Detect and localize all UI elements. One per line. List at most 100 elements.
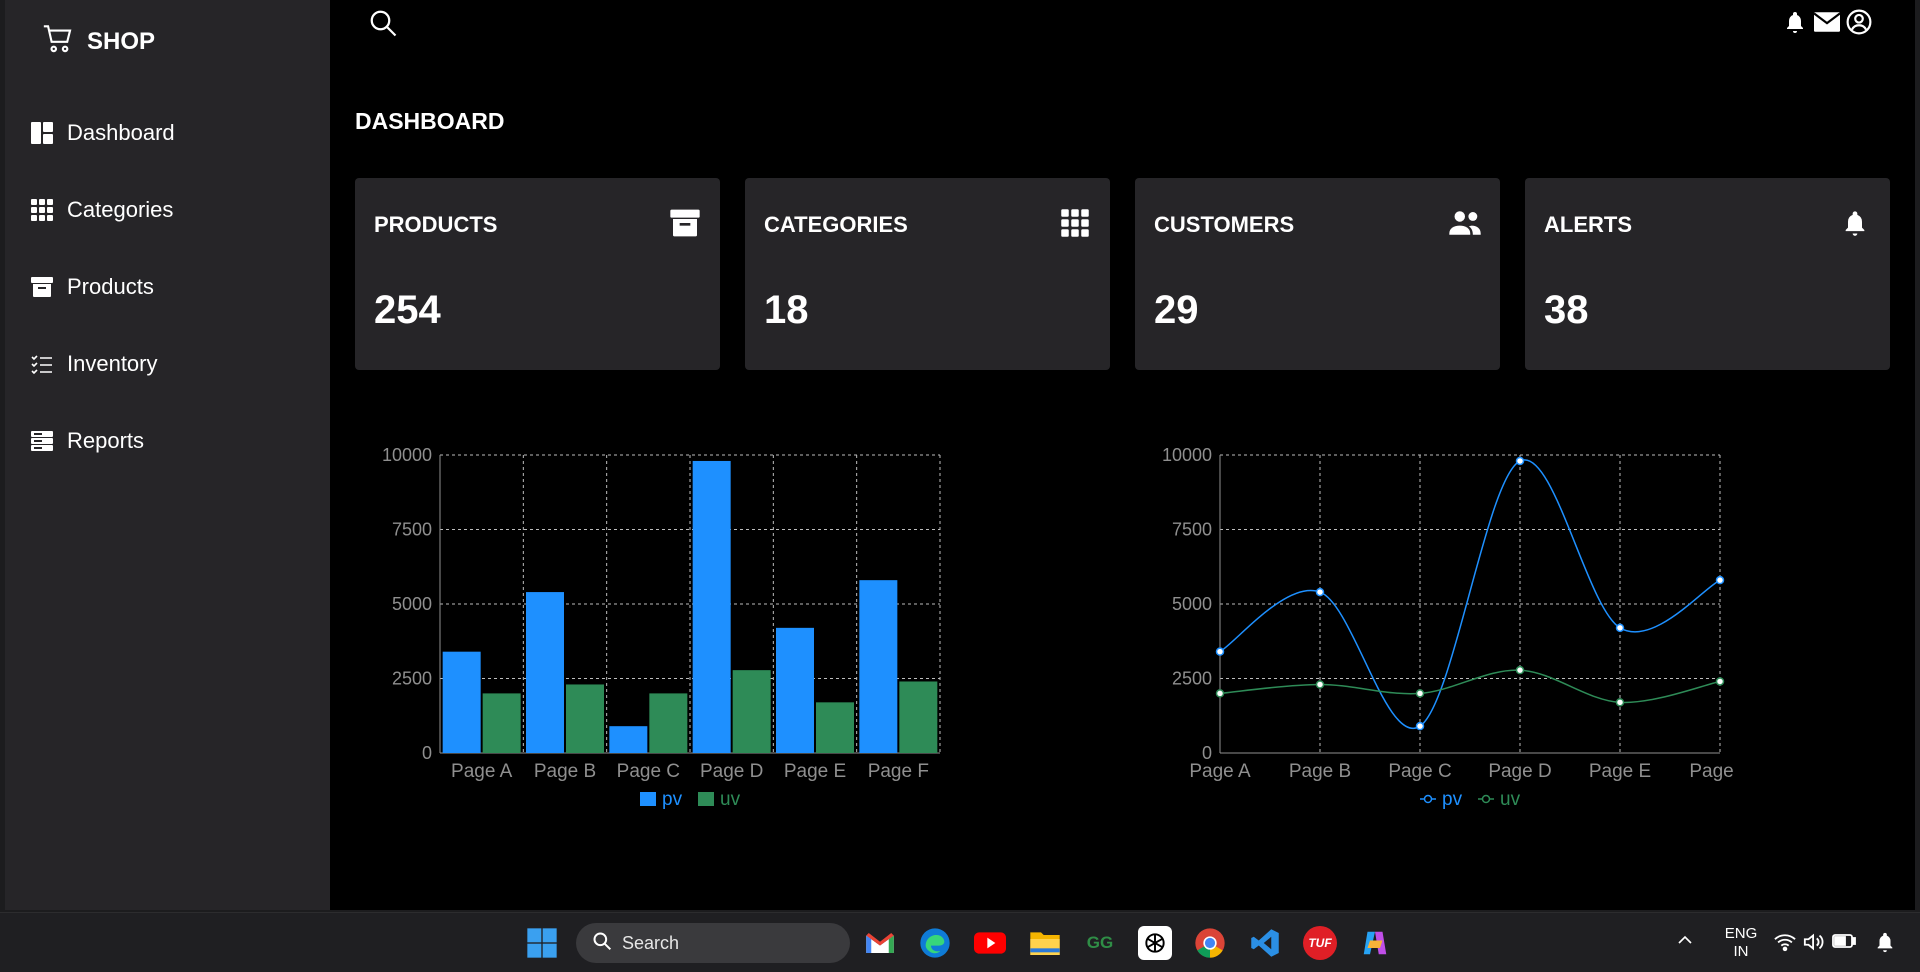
brand[interactable]: SHOP [41,22,155,61]
language-line1: ENG [1724,925,1758,942]
sidebar-item-categories[interactable]: Categories [5,190,330,230]
x-tick-label: Page A [1189,761,1251,782]
data-point-pv [1315,587,1325,597]
bar-uv [482,693,521,753]
bell-icon [1838,206,1872,240]
y-tick-label: 5000 [1172,594,1212,614]
x-tick-label: Page D [700,761,763,782]
brand-label: SHOP [87,27,156,55]
search-icon [592,931,612,956]
x-tick-label: Page F [1689,761,1735,782]
sidebar-item-label: Inventory [67,351,158,376]
sidebar-item-inventory[interactable]: Inventory [5,344,330,384]
card-value: 38 [1544,288,1589,332]
categories-card[interactable]: CATEGORIES 18 [745,178,1110,370]
language-indicator[interactable]: ENG IN [1720,925,1762,961]
x-tick-label: Page D [1488,761,1551,782]
bar-pv [609,726,648,753]
geeksforgeeks-icon[interactable]: GG [1083,926,1117,960]
tuf-icon[interactable]: TUF [1303,926,1337,960]
sidebar-item-reports[interactable]: Reports [5,421,330,461]
volume-icon[interactable] [1803,932,1825,957]
sidebar-item-label: Reports [67,428,145,453]
y-tick-label: 10000 [1162,445,1212,465]
chevron-up-icon[interactable] [1676,931,1694,954]
x-tick-label: Page B [1289,761,1351,782]
legend-label-uv: uv [1500,789,1521,810]
archive-icon [668,206,702,240]
sidebar-item-products[interactable]: Products [5,267,330,307]
mail-icon[interactable] [1813,8,1841,36]
bar-uv [566,684,604,753]
customers-card[interactable]: CUSTOMERS 29 [1135,178,1500,370]
y-tick-label: 0 [422,743,432,763]
bar-uv [732,670,771,753]
page-title: DASHBOARD [355,108,505,134]
bell-icon[interactable] [1781,8,1809,36]
legend-swatch-pv [640,792,656,806]
user-icon[interactable] [1845,8,1873,36]
legend-marker-uv [1481,794,1491,804]
vscode-icon[interactable] [1248,926,1282,960]
bar-uv [816,702,854,753]
sidebar-item-label: Categories [67,197,174,222]
data-point-uv [1715,677,1725,686]
alerts-card[interactable]: ALERTS 38 [1525,178,1890,370]
x-tick-label: Page B [534,761,596,782]
chart-legend: pv uv [640,789,741,810]
card-title: PRODUCTS [374,212,498,237]
archive-icon [29,274,55,300]
search-icon[interactable] [368,8,398,38]
data-point-pv [1415,721,1425,731]
series-line-uv [1219,669,1721,704]
battery-icon[interactable] [1832,933,1856,954]
card-title: ALERTS [1544,212,1632,237]
legend-marker-pv [1423,794,1433,804]
windows-start-icon[interactable] [525,926,559,960]
products-card[interactable]: PRODUCTS 254 [355,178,720,370]
data-point-uv [1515,665,1525,675]
report-icon [29,428,55,454]
data-point-pv [1615,623,1625,633]
y-tick-label: 0 [1202,743,1212,763]
bar-pv [526,592,564,753]
taskbar-search[interactable]: Search [576,923,850,963]
taskbar-search-label: Search [622,932,680,953]
app-window: SHOP Dashboard Categories Products Inven… [5,0,1915,910]
bar-chart: 0 2500 5000 7500 10000 Page A Page B Page C Page… [382,445,941,810]
bar-pv [776,627,814,753]
data-point-uv [1215,689,1225,698]
card-value: 254 [374,288,441,332]
data-point-pv [1515,456,1525,466]
card-value: 29 [1154,288,1199,332]
y-tick-label: 5000 [392,594,432,614]
card-value: 18 [764,288,809,332]
youtube-icon[interactable] [973,926,1007,960]
chrome-icon[interactable] [1193,926,1227,960]
file-explorer-icon[interactable] [1028,926,1062,960]
edge-icon[interactable] [918,926,952,960]
bar-pv [692,460,731,753]
y-tick-label: 2500 [392,669,432,689]
x-tick-label: Page A [451,761,513,782]
chatgpt-icon[interactable] [1138,926,1172,960]
legend-label-uv: uv [720,789,741,810]
legend-swatch-uv [698,792,714,806]
y-tick-label: 10000 [382,445,432,465]
gmail-icon[interactable] [863,926,897,960]
x-tick-label: Page E [1589,761,1651,782]
grid-icon [1058,206,1092,240]
card-title: CATEGORIES [764,212,908,237]
cart-icon [41,22,75,61]
legend-label-pv: pv [1442,789,1463,810]
dashboard-icon [29,120,55,146]
y-tick-label: 7500 [392,520,432,540]
x-tick-label: Page C [617,761,680,782]
notification-icon[interactable] [1874,931,1896,958]
copilot-icon[interactable] [1358,926,1392,960]
wifi-icon[interactable] [1774,932,1796,957]
chart-legend: pv uv [1420,789,1521,810]
sidebar-item-dashboard[interactable]: Dashboard [5,113,330,153]
data-point-pv [1715,575,1725,585]
sidebar-nav: Dashboard Categories Products Inventory … [5,113,330,498]
